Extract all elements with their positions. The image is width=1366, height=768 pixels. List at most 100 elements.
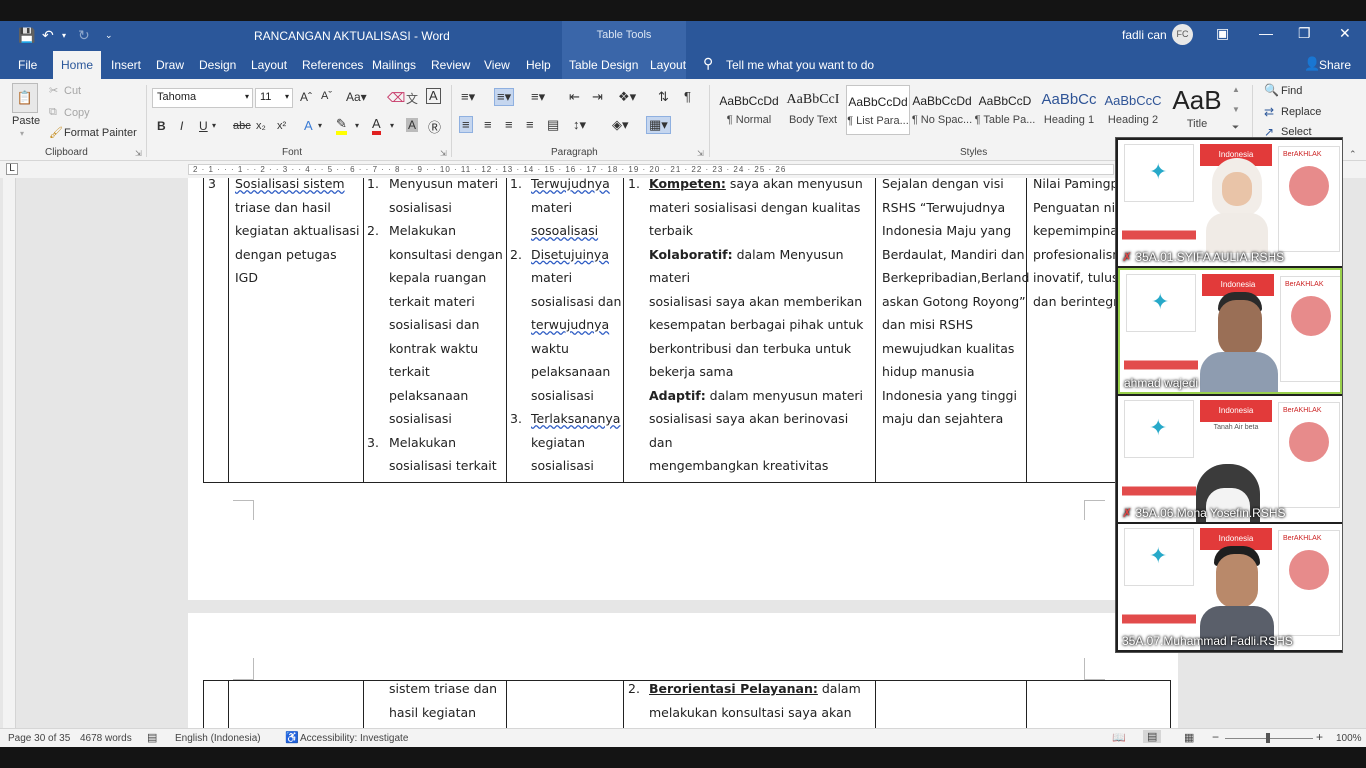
word-count[interactable]: 4678 words	[80, 733, 132, 744]
grow-font-icon[interactable]: Aˆ	[300, 90, 312, 104]
font-color-dropdown-icon[interactable]: ▾	[390, 121, 394, 130]
line-spacing-icon[interactable]: ↕▾	[573, 117, 586, 133]
clipboard-launcher-icon[interactable]: ⇲	[135, 149, 142, 158]
tab-table-design[interactable]: Table Design	[569, 58, 638, 72]
zoom-out-icon[interactable]: −	[1212, 730, 1219, 744]
italic-icon[interactable]: I	[180, 119, 183, 133]
tab-design[interactable]: Design	[199, 58, 236, 72]
superscript-icon[interactable]: x²	[277, 120, 286, 132]
styles-scroll-up-icon[interactable]: ▲	[1232, 85, 1240, 94]
zoom-in-icon[interactable]: +	[1316, 730, 1323, 744]
distributed-icon[interactable]: ▤	[547, 117, 559, 133]
find-icon[interactable]: 🔍	[1264, 83, 1279, 97]
multilevel-list-icon[interactable]: ≡▾	[531, 89, 545, 105]
paste-icon[interactable]: 📋	[12, 83, 38, 113]
web-layout-icon[interactable]: ▦	[1184, 731, 1194, 744]
bullets-icon[interactable]: ≡▾	[461, 89, 475, 105]
paste-dropdown-icon[interactable]: ▾	[20, 129, 24, 138]
change-case-icon[interactable]: Aa▾	[346, 90, 367, 104]
cut-button[interactable]: Cut	[64, 85, 81, 97]
read-mode-icon[interactable]: 📖	[1112, 731, 1126, 744]
zoom-slider-thumb[interactable]	[1266, 733, 1270, 743]
copy-button[interactable]: Copy	[64, 107, 90, 119]
tab-draw[interactable]: Draw	[156, 58, 184, 72]
save-icon[interactable]: 💾	[18, 27, 35, 44]
tab-help[interactable]: Help	[526, 58, 551, 72]
show-formatting-icon[interactable]: ¶	[684, 89, 691, 104]
replace-icon[interactable]: ⇄	[1264, 105, 1274, 119]
avatar[interactable]: FC	[1172, 24, 1193, 45]
close-icon[interactable]: ✕	[1339, 25, 1351, 42]
styles-more-icon[interactable]: ⏷	[1232, 122, 1239, 133]
replace-button[interactable]: Replace	[1281, 106, 1321, 118]
tab-home[interactable]: Home	[53, 51, 101, 79]
bold-icon[interactable]: B	[157, 119, 166, 133]
share-button[interactable]: Share	[1319, 58, 1351, 72]
video-tile-mona[interactable]: ✦ Indonesia Tanah Air beta BerAKHLAK ✗ 3…	[1118, 396, 1342, 522]
find-button[interactable]: Find	[1281, 85, 1302, 97]
video-tile-fadli[interactable]: ✦ Indonesia BerAKHLAK 35A.07.Muhammad Fa…	[1118, 524, 1342, 650]
align-left-icon[interactable]: ≡	[459, 116, 473, 133]
customize-quick-access-icon[interactable]: ⌄	[105, 30, 113, 41]
underline-icon[interactable]: U	[199, 119, 208, 133]
font-color-icon[interactable]: A	[372, 117, 381, 135]
tab-references[interactable]: References	[302, 58, 363, 72]
clear-formatting-icon[interactable]: ⌫	[387, 90, 405, 106]
highlight-icon[interactable]: ✎	[336, 117, 347, 135]
justify-icon[interactable]: ≡	[526, 117, 534, 132]
shrink-font-icon[interactable]: Aˇ	[321, 90, 332, 102]
tab-file[interactable]: File	[18, 58, 37, 72]
font-size-select[interactable]: 11 ▾	[255, 88, 293, 108]
highlight-dropdown-icon[interactable]: ▾	[355, 121, 359, 130]
align-center-icon[interactable]: ≡	[484, 117, 492, 132]
ruler-scale[interactable]: 2 · 1 · · · 1 · · 2 · · 3 · · 4 · · 5 · …	[188, 164, 1114, 175]
cut-icon[interactable]: ✂	[49, 84, 58, 97]
language[interactable]: English (Indonesia)	[175, 733, 261, 744]
tab-insert[interactable]: Insert	[111, 58, 141, 72]
redo-icon[interactable]: ↻	[78, 27, 90, 44]
collapse-ribbon-icon[interactable]: ⌃	[1349, 149, 1357, 160]
accessibility-icon[interactable]: ♿	[285, 731, 299, 744]
user-name[interactable]: fadli can	[1122, 28, 1167, 42]
proofing-icon[interactable]: ▤	[147, 731, 157, 744]
style-title[interactable]: AaB Title	[1165, 85, 1229, 135]
style-table-paragraph[interactable]: AaBbCcD ¶ Table Pa...	[973, 85, 1037, 135]
increase-indent-icon[interactable]: ⇥	[592, 89, 603, 105]
chinese-layout-icon[interactable]: ❖▾	[618, 89, 636, 105]
style-body-text[interactable]: AaBbCcI Body Text	[781, 85, 845, 135]
tab-review[interactable]: Review	[431, 58, 470, 72]
share-icon[interactable]: 👤	[1304, 56, 1320, 72]
borders-icon[interactable]: ▦▾	[646, 116, 671, 134]
page-count[interactable]: Page 30 of 35	[8, 733, 70, 744]
strikethrough-icon[interactable]: abc	[233, 120, 251, 132]
tab-selector-icon[interactable]: L	[6, 163, 18, 175]
paragraph-launcher-icon[interactable]: ⇲	[697, 149, 704, 158]
decrease-indent-icon[interactable]: ⇤	[569, 89, 580, 105]
style-heading-1[interactable]: AaBbCc Heading 1	[1037, 85, 1101, 135]
format-painter-button[interactable]: Format Painter	[64, 127, 137, 139]
styles-scroll-down-icon[interactable]: ▼	[1232, 105, 1240, 114]
style-normal[interactable]: AaBbCcDd ¶ Normal	[717, 85, 781, 135]
undo-dropdown-icon[interactable]: ▾	[62, 31, 66, 40]
tab-table-layout[interactable]: Layout	[650, 58, 686, 72]
copy-icon[interactable]: ⧉	[49, 106, 57, 119]
sort-icon[interactable]: ⇅	[658, 89, 669, 105]
print-layout-icon[interactable]: ▤	[1143, 730, 1162, 743]
video-call-panel[interactable]: ✦ Indonesia BerAKHLAK ✗ 35A.01.SYIFA AUL…	[1115, 137, 1343, 653]
font-launcher-icon[interactable]: ⇲	[440, 149, 447, 158]
accessibility-status[interactable]: Accessibility: Investigate	[300, 733, 408, 744]
enclose-characters-icon[interactable]: Ⓡ	[428, 117, 441, 136]
phonetic-guide-icon[interactable]: 文	[406, 90, 418, 107]
tell-me-search[interactable]: Tell me what you want to do	[726, 58, 874, 72]
tab-view[interactable]: View	[484, 58, 510, 72]
minimize-icon[interactable]: —	[1259, 25, 1273, 41]
video-tile-syifa[interactable]: ✦ Indonesia BerAKHLAK ✗ 35A.01.SYIFA AUL…	[1118, 140, 1342, 266]
ribbon-display-options-icon[interactable]: ▣	[1216, 25, 1229, 42]
video-tile-ahmad[interactable]: ✦ Indonesia BerAKHLAK ahmad wajedi	[1118, 268, 1342, 394]
numbering-icon[interactable]: ≡▾	[494, 88, 515, 106]
font-name-select[interactable]: Tahoma ▾	[152, 88, 253, 108]
text-effects-dropdown-icon[interactable]: ▾	[318, 121, 322, 130]
undo-icon[interactable]: ↶	[42, 27, 54, 44]
subscript-icon[interactable]: x₂	[256, 120, 266, 132]
character-border-icon[interactable]: A	[426, 88, 441, 104]
